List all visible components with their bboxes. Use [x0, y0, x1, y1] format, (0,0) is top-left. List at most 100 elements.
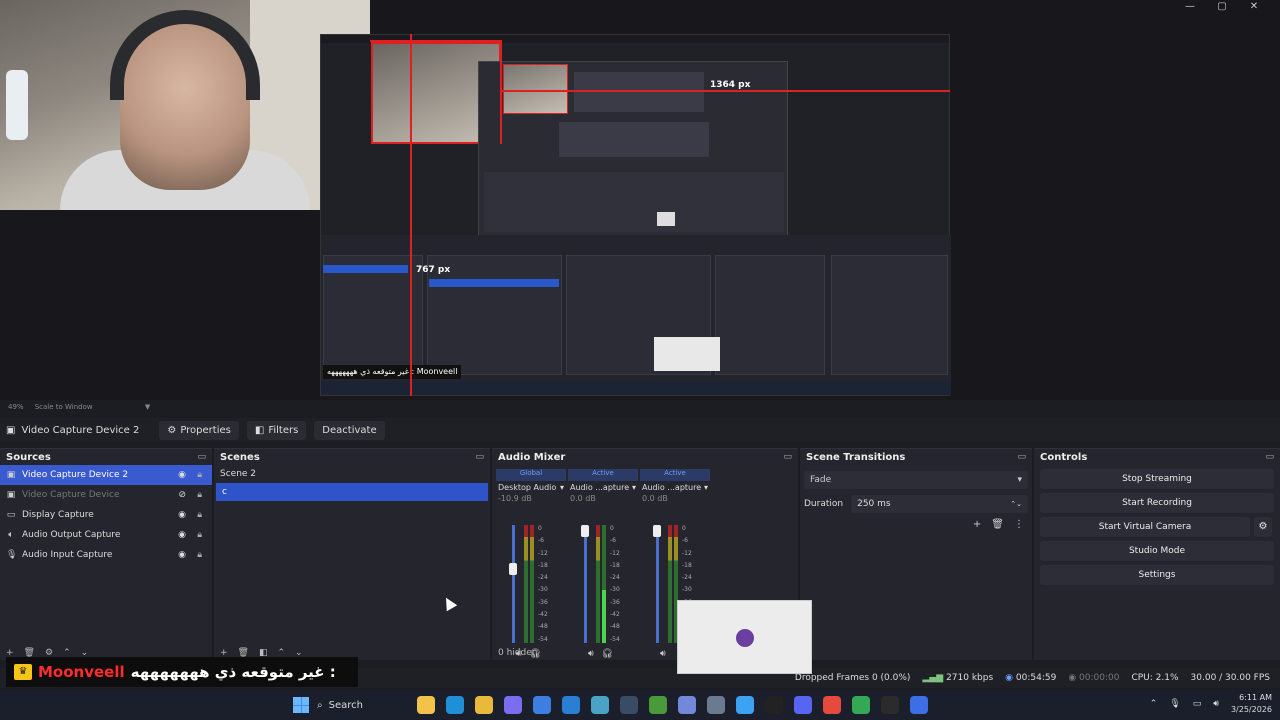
lock-icon[interactable]: 🔒︎: [197, 490, 202, 500]
stop-streaming-button[interactable]: Stop Streaming: [1040, 469, 1274, 489]
fader-knob[interactable]: [581, 525, 589, 537]
nested-obs-preview: غير متوقعه ذي هههههههه : Moonveell: [320, 34, 951, 396]
scene-item[interactable]: Scene 2: [214, 465, 490, 483]
folder-icon[interactable]: [475, 696, 493, 714]
store-icon[interactable]: [533, 696, 551, 714]
discord2-icon[interactable]: [794, 696, 812, 714]
zoom-mode[interactable]: Scale to Window: [35, 403, 93, 411]
start-virtual-camera-button[interactable]: Start Virtual Camera ⚙: [1040, 517, 1272, 537]
chevron-down-icon[interactable]: ▾: [632, 483, 636, 492]
lock-icon[interactable]: 🔒︎: [197, 510, 202, 520]
steam-icon[interactable]: [620, 696, 638, 714]
source-item-video-capture[interactable]: ▣ Video Capture Device ⊘ 🔒︎: [0, 485, 212, 505]
dock-menu-icon[interactable]: ▭: [197, 452, 206, 462]
dock-menu-icon[interactable]: ▭: [475, 452, 484, 462]
bottle: [6, 70, 28, 140]
chrome2-icon[interactable]: [852, 696, 870, 714]
stepper-icon[interactable]: ⌃⌄: [1010, 500, 1022, 508]
windows-start-icon[interactable]: [293, 697, 309, 713]
clock[interactable]: 6:11 AM 3/25/2026: [1231, 692, 1272, 716]
zoom-bar[interactable]: 49% Scale to Window ▼: [0, 400, 1280, 414]
channel-db: 0.0 dB: [642, 494, 668, 503]
hidden-count[interactable]: 0 hidden: [498, 648, 537, 658]
volume-meter: [524, 525, 528, 643]
chevron-down-icon[interactable]: ▼: [145, 403, 150, 411]
close-icon[interactable]: ✕: [1238, 0, 1270, 14]
lock-icon[interactable]: 🔒︎: [197, 530, 202, 540]
network-icon[interactable]: ▭: [1193, 699, 1202, 709]
volume-fader[interactable]: [512, 525, 515, 643]
maximize-icon[interactable]: ▢: [1206, 0, 1238, 14]
camera-icon: ▣: [6, 470, 16, 480]
notification-popup[interactable]: [677, 600, 812, 674]
chrome-icon[interactable]: [823, 696, 841, 714]
file-explorer-icon[interactable]: [417, 696, 435, 714]
properties-button[interactable]: ⚙ Properties: [159, 420, 239, 440]
edge-icon[interactable]: [446, 696, 464, 714]
settings-button[interactable]: Settings: [1040, 565, 1274, 585]
vscode-icon[interactable]: [562, 696, 580, 714]
add-icon[interactable]: +: [973, 519, 981, 530]
taskbar-apps: [417, 696, 928, 714]
eye-icon[interactable]: ◉: [178, 470, 186, 480]
minecraft-icon[interactable]: [649, 696, 667, 714]
audio-mixer-title: Audio Mixer: [498, 451, 566, 463]
volume-fader[interactable]: [584, 525, 587, 643]
taskbar-search[interactable]: ⌕ Search: [317, 700, 407, 711]
source-item-audio-input[interactable]: 🎙︎ Audio Input Capture ◉ 🔒︎: [0, 545, 212, 565]
source-item-display-capture[interactable]: ▭ Display Capture ◉ 🔒︎: [0, 505, 212, 525]
fader-knob[interactable]: [653, 525, 661, 537]
settings-icon[interactable]: [707, 696, 725, 714]
discord-icon[interactable]: [678, 696, 696, 714]
program-preview[interactable]: — ▢ ✕ غير متوقعه ذي هههههههه : Moonveell…: [0, 0, 1280, 400]
filter-icon: ◧: [254, 424, 265, 436]
source-item-audio-output[interactable]: 🔈︎ Audio Output Capture ◉ 🔒︎: [0, 525, 212, 545]
volume-icon[interactable]: 🔊︎: [1213, 699, 1219, 709]
bitrate: ▂▄▆ 2710 kbps: [922, 673, 994, 683]
zoom-level[interactable]: 49%: [8, 403, 24, 411]
eye-icon[interactable]: ◉: [178, 550, 186, 560]
gear-icon[interactable]: ⚙: [1254, 517, 1272, 537]
app-icon[interactable]: [910, 696, 928, 714]
minimize-icon[interactable]: —: [1174, 0, 1206, 14]
stream-icon: ◉: [1005, 673, 1014, 683]
filters-button[interactable]: ◧ Filters: [246, 420, 307, 440]
nested-mini-webcam: [503, 64, 568, 114]
dock-menu-icon[interactable]: ▭: [1265, 452, 1274, 462]
controls-title: Controls: [1040, 451, 1088, 463]
studio-mode-button[interactable]: Studio Mode: [1040, 541, 1274, 561]
trash-icon[interactable]: 🗑︎: [991, 519, 1004, 530]
volume-fader[interactable]: [656, 525, 659, 643]
chat-overlay: ♛ Moonveell غير متوقعه ذي هههههههه :: [6, 657, 358, 687]
nested-popup: [654, 337, 720, 371]
microphone-icon[interactable]: 🎙︎: [1169, 699, 1180, 709]
chevron-down-icon[interactable]: ▾: [704, 483, 708, 492]
dock-menu-icon[interactable]: ▭: [783, 452, 792, 462]
obs-icon[interactable]: [881, 696, 899, 714]
deactivate-button[interactable]: Deactivate: [314, 420, 385, 440]
chevron-down-icon[interactable]: ▾: [560, 483, 564, 492]
source-item-video-capture-2[interactable]: ▣ Video Capture Device 2 ◉ 🔒︎: [0, 465, 212, 485]
webcam-feed: [0, 0, 370, 210]
scene-item-selected[interactable]: c: [216, 483, 488, 501]
lock-icon[interactable]: 🔒︎: [197, 470, 202, 480]
duration-input[interactable]: 250 ms ⌃⌄: [851, 495, 1028, 513]
lock-icon[interactable]: 🔒︎: [197, 550, 202, 560]
copilot-icon[interactable]: [504, 696, 522, 714]
chevron-up-icon[interactable]: ⌃: [1150, 699, 1158, 709]
dock-menu-icon[interactable]: ▭: [1017, 452, 1026, 462]
start-recording-button[interactable]: Start Recording: [1040, 493, 1274, 513]
eye-icon[interactable]: ◉: [178, 510, 186, 520]
messenger-icon[interactable]: [736, 696, 754, 714]
channel-db: -10.9 dB: [498, 494, 532, 503]
fader-knob[interactable]: [509, 563, 517, 575]
tiktok-icon[interactable]: [765, 696, 783, 714]
height-measure-label: 767 px: [416, 265, 451, 275]
more-icon[interactable]: ⋮: [1014, 519, 1024, 530]
gear-icon: ⚙: [167, 424, 177, 436]
eye-icon[interactable]: ◉: [178, 530, 186, 540]
eye-off-icon[interactable]: ⊘: [178, 490, 186, 500]
transition-select[interactable]: Fade ▾: [804, 471, 1028, 489]
channel-name: Audio ...apture: [570, 483, 630, 492]
wireless-icon[interactable]: [591, 696, 609, 714]
